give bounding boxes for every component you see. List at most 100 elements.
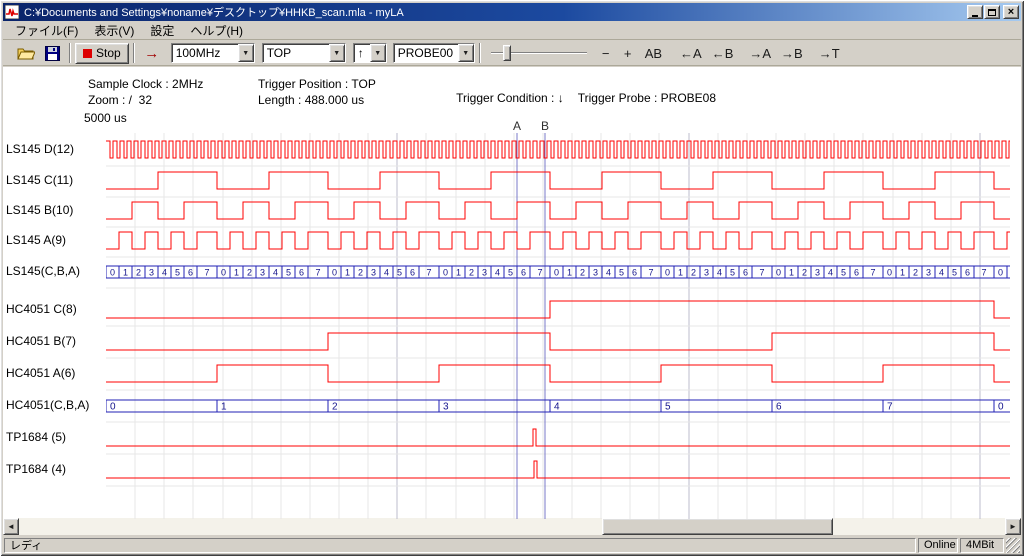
svg-text:6: 6 bbox=[854, 268, 859, 278]
svg-text:6: 6 bbox=[299, 268, 304, 278]
svg-text:3: 3 bbox=[926, 268, 931, 278]
minimize-icon bbox=[972, 15, 978, 17]
svg-text:4: 4 bbox=[162, 268, 167, 278]
stop-button[interactable]: Stop bbox=[75, 43, 129, 64]
channel-label: LS145 C(11) bbox=[6, 173, 73, 187]
svg-text:1: 1 bbox=[900, 268, 905, 278]
zoom-in-button[interactable]: + bbox=[617, 42, 639, 65]
status-online: Online bbox=[918, 538, 958, 553]
close-button[interactable]: × bbox=[1003, 5, 1019, 19]
toolbar-separator bbox=[133, 43, 135, 63]
zoom-out-button[interactable]: − bbox=[595, 42, 617, 65]
svg-text:1: 1 bbox=[345, 268, 350, 278]
probe-combo[interactable]: PROBE00 ▼ bbox=[393, 43, 475, 63]
chevron-down-icon[interactable]: ▼ bbox=[458, 44, 474, 62]
channel-label: HC4051 C(8) bbox=[6, 302, 77, 316]
channel-label: HC4051(C,B,A) bbox=[6, 398, 89, 412]
menu-item[interactable]: 表示(V) bbox=[86, 21, 142, 40]
svg-text:7: 7 bbox=[759, 268, 764, 278]
floppy-icon bbox=[45, 46, 60, 61]
cursor-b-label[interactable]: B bbox=[541, 119, 549, 133]
svg-text:0: 0 bbox=[221, 268, 226, 278]
cursor-a-label[interactable]: A bbox=[513, 119, 521, 133]
menu-item[interactable]: ファイル(F) bbox=[7, 21, 86, 40]
window-title: C:¥Documents and Settings¥noname¥デスクトップ¥… bbox=[24, 4, 966, 20]
channel-label: LS145 B(10) bbox=[6, 203, 73, 217]
svg-text:2: 2 bbox=[469, 268, 474, 278]
svg-text:0: 0 bbox=[665, 268, 670, 278]
svg-text:5: 5 bbox=[841, 268, 846, 278]
svg-text:2: 2 bbox=[247, 268, 252, 278]
time-scale-label: 5000 us bbox=[84, 111, 127, 125]
svg-text:5: 5 bbox=[730, 268, 735, 278]
svg-text:0: 0 bbox=[443, 268, 448, 278]
svg-text:3: 3 bbox=[371, 268, 376, 278]
channel-label: LS145 A(9) bbox=[6, 233, 66, 247]
toolbar: Stop → 100MHz ▼ TOP ▼ ↑ ▼ PROBE00 ▼ − + … bbox=[3, 41, 1021, 66]
trigger-position-value: TOP bbox=[263, 44, 329, 62]
svg-text:5: 5 bbox=[952, 268, 957, 278]
close-icon: × bbox=[1008, 7, 1014, 17]
svg-text:5: 5 bbox=[508, 268, 513, 278]
title-bar[interactable]: C:¥Documents and Settings¥noname¥デスクトップ¥… bbox=[3, 3, 1021, 21]
svg-text:3: 3 bbox=[593, 268, 598, 278]
save-button[interactable] bbox=[39, 42, 65, 65]
svg-text:0: 0 bbox=[332, 268, 337, 278]
svg-text:6: 6 bbox=[188, 268, 193, 278]
maximize-button[interactable] bbox=[984, 5, 1000, 19]
scroll-right-button[interactable]: ► bbox=[1005, 518, 1021, 535]
zoom-slider[interactable] bbox=[491, 42, 587, 64]
app-icon bbox=[5, 5, 19, 19]
trigger-edge-combo[interactable]: ↑ ▼ bbox=[353, 43, 387, 63]
trigger-position-combo[interactable]: TOP ▼ bbox=[262, 43, 346, 63]
svg-text:1: 1 bbox=[456, 268, 461, 278]
trigger-probe-label: Trigger Probe : PROBE08 bbox=[578, 91, 716, 105]
channel-label: LS145 D(12) bbox=[6, 142, 74, 156]
channel-label: HC4051 B(7) bbox=[6, 334, 76, 348]
chevron-down-icon[interactable]: ▼ bbox=[329, 44, 345, 62]
svg-text:0: 0 bbox=[998, 268, 1003, 278]
goto-trigger-button[interactable]: →T bbox=[815, 42, 844, 65]
svg-text:2: 2 bbox=[802, 268, 807, 278]
slider-thumb[interactable] bbox=[503, 45, 511, 61]
svg-text:1: 1 bbox=[678, 268, 683, 278]
svg-text:1: 1 bbox=[234, 268, 239, 278]
run-button[interactable]: → bbox=[139, 42, 165, 65]
svg-text:6: 6 bbox=[743, 268, 748, 278]
menu-item[interactable]: ヘルプ(H) bbox=[182, 21, 251, 40]
goto-b-right-button[interactable]: →B bbox=[777, 42, 807, 65]
chevron-down-icon[interactable]: ▼ bbox=[370, 44, 386, 62]
status-memory: 4MBit bbox=[960, 538, 1004, 553]
svg-text:2: 2 bbox=[358, 268, 363, 278]
svg-text:3: 3 bbox=[149, 268, 154, 278]
zoom-label: Zoom : / 32 bbox=[88, 93, 152, 107]
sample-rate-value: 100MHz bbox=[172, 44, 238, 62]
svg-text:4: 4 bbox=[828, 268, 833, 278]
svg-text:1: 1 bbox=[789, 268, 794, 278]
menu-item[interactable]: 設定 bbox=[142, 21, 182, 40]
goto-a-right-button[interactable]: →A bbox=[745, 42, 775, 65]
scroll-thumb[interactable] bbox=[602, 518, 833, 535]
resize-grip[interactable] bbox=[1006, 538, 1020, 553]
svg-text:6: 6 bbox=[965, 268, 970, 278]
open-button[interactable] bbox=[13, 42, 39, 65]
sample-rate-combo[interactable]: 100MHz ▼ bbox=[171, 43, 255, 63]
menu-bar: ファイル(F)表示(V)設定ヘルプ(H) bbox=[3, 21, 1021, 40]
waveform-canvas[interactable]: 0123456701234567012345670123456701234567… bbox=[106, 133, 1010, 519]
svg-text:7: 7 bbox=[426, 268, 431, 278]
horizontal-scrollbar[interactable]: ◄ ► bbox=[3, 518, 1021, 535]
minimize-button[interactable] bbox=[967, 5, 983, 19]
svg-text:5: 5 bbox=[286, 268, 291, 278]
goto-a-left-button[interactable]: ←A bbox=[676, 42, 706, 65]
svg-text:1: 1 bbox=[567, 268, 572, 278]
sample-clock-label: Sample Clock : 2MHz bbox=[88, 77, 203, 91]
trigger-edge-value: ↑ bbox=[354, 44, 370, 62]
svg-text:4: 4 bbox=[717, 268, 722, 278]
svg-text:1: 1 bbox=[123, 268, 128, 278]
chevron-down-icon[interactable]: ▼ bbox=[238, 44, 254, 62]
goto-b-left-button[interactable]: ←B bbox=[708, 42, 738, 65]
svg-text:3: 3 bbox=[260, 268, 265, 278]
svg-text:7: 7 bbox=[537, 268, 542, 278]
scroll-left-button[interactable]: ◄ bbox=[3, 518, 19, 535]
ab-button[interactable]: AB bbox=[641, 42, 666, 65]
